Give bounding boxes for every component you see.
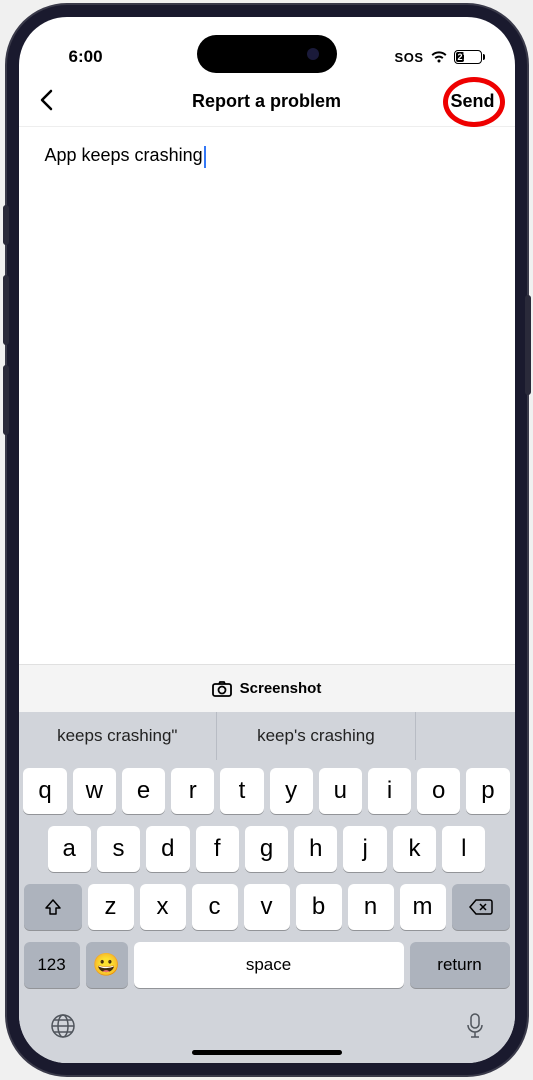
camera-icon [212,681,232,697]
return-key[interactable]: return [410,942,510,988]
volume-down-button [3,365,9,435]
key-h[interactable]: h [294,826,337,872]
sos-indicator: SOS [395,50,424,65]
key-o[interactable]: o [417,768,460,814]
key-v[interactable]: v [244,884,290,930]
key-t[interactable]: t [220,768,263,814]
key-n[interactable]: n [348,884,394,930]
delete-key[interactable] [452,884,510,930]
key-r[interactable]: r [171,768,214,814]
nav-bar: Report a problem Send [19,77,515,127]
numbers-key[interactable]: 123 [24,942,80,988]
keyboard: q w e r t y u i o p a s d f g h j k l [19,760,515,1005]
content-area[interactable]: App keeps crashing [19,127,515,664]
text-cursor [204,146,206,168]
page-title: Report a problem [192,91,341,112]
space-key[interactable]: space [134,942,404,988]
wifi-icon [430,51,448,64]
key-e[interactable]: e [122,768,165,814]
key-k[interactable]: k [393,826,436,872]
key-row-3: z x c v b n m [24,884,510,930]
power-button [525,295,531,395]
key-c[interactable]: c [192,884,238,930]
key-g[interactable]: g [245,826,288,872]
key-row-2: a s d f g h j k l [24,826,510,872]
key-j[interactable]: j [343,826,386,872]
suggestion-2[interactable]: keep's crashing [217,712,416,760]
emoji-key[interactable]: 😀 [86,942,128,988]
screen: 6:00 SOS 27 Report [19,17,515,1063]
key-i[interactable]: i [368,768,411,814]
home-indicator[interactable] [192,1050,342,1055]
key-s[interactable]: s [97,826,140,872]
keyboard-suggestions: keeps crashing" keep's crashing [19,712,515,760]
key-d[interactable]: d [146,826,189,872]
key-y[interactable]: y [270,768,313,814]
screenshot-label: Screenshot [240,680,322,697]
key-f[interactable]: f [196,826,239,872]
volume-up-button [3,275,9,345]
screenshot-button[interactable]: Screenshot [19,664,515,712]
key-w[interactable]: w [73,768,116,814]
status-time: 6:00 [49,47,103,67]
key-a[interactable]: a [48,826,91,872]
mic-icon[interactable] [465,1012,485,1047]
key-q[interactable]: q [23,768,66,814]
side-button [3,205,9,245]
key-z[interactable]: z [88,884,134,930]
key-b[interactable]: b [296,884,342,930]
shift-key[interactable] [24,884,82,930]
send-button[interactable]: Send [450,91,494,112]
battery-icon: 27 [454,50,485,64]
phone-frame: 6:00 SOS 27 Report [7,5,527,1075]
battery-percent: 27 [458,52,468,62]
suggestion-1[interactable]: keeps crashing" [19,712,218,760]
dynamic-island [197,35,337,73]
key-row-4: 123 😀 space return [24,942,510,988]
status-right: SOS 27 [395,50,485,65]
suggestion-3[interactable] [416,712,515,760]
back-button[interactable] [39,86,53,118]
key-u[interactable]: u [319,768,362,814]
key-m[interactable]: m [400,884,446,930]
key-row-1: q w e r t y u i o p [24,768,510,814]
key-p[interactable]: p [466,768,509,814]
problem-text-input[interactable]: App keeps crashing [45,145,203,165]
globe-icon[interactable] [49,1012,77,1047]
key-l[interactable]: l [442,826,485,872]
camera-dot [307,48,319,60]
key-x[interactable]: x [140,884,186,930]
